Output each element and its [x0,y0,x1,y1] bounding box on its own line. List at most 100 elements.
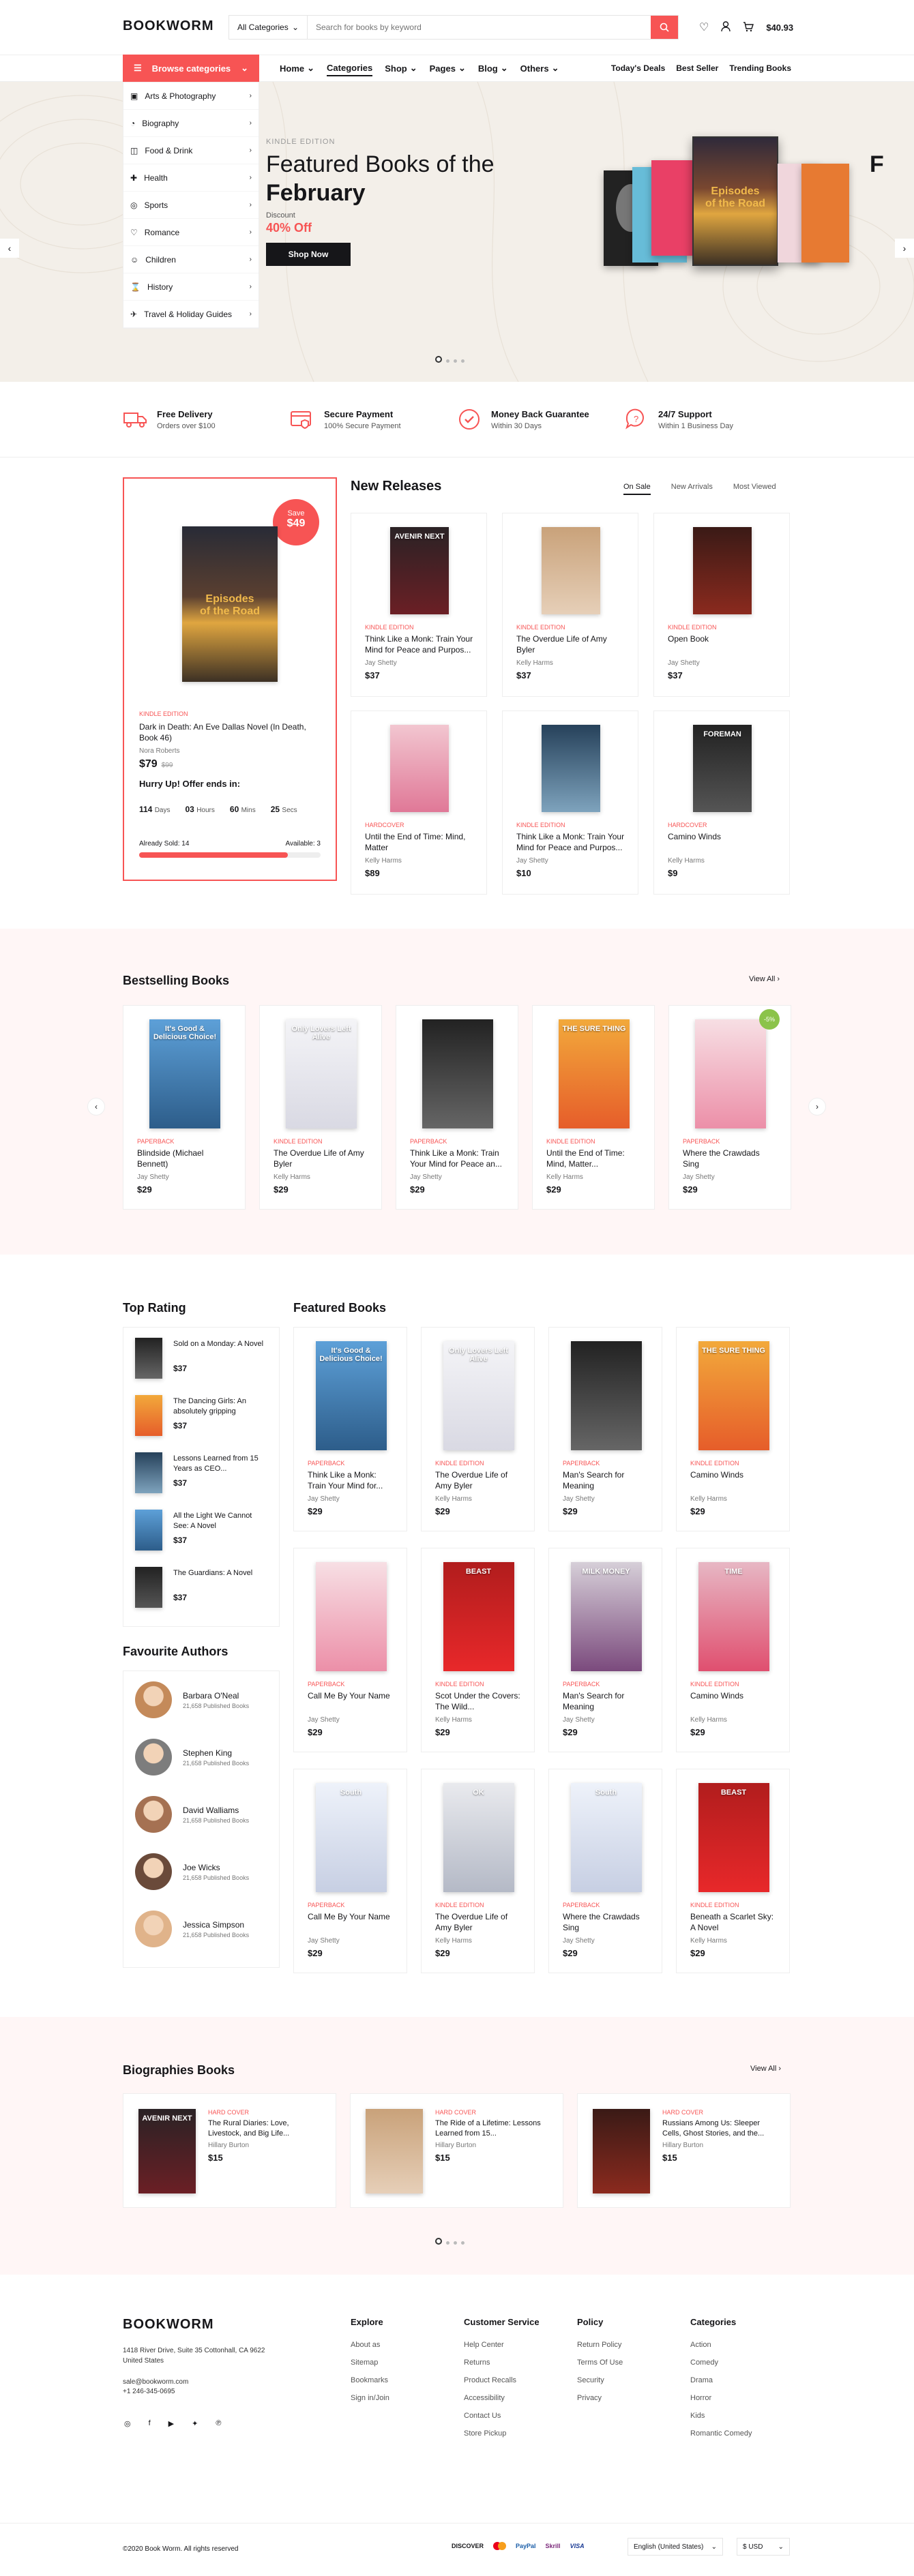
pinterest-icon[interactable]: ℗ [216,2419,221,2428]
footer-link[interactable]: Security [577,2376,623,2384]
book-card[interactable]: It's Good & Delicious Choice! PAPERBACK Th… [293,1327,407,1531]
book-author[interactable]: Kelly Harms [690,1495,727,1503]
menu-home[interactable]: Home ⌄ [280,63,314,74]
book-cover[interactable]: South [570,1783,642,1892]
category-children[interactable]: ☺ Children › [123,246,259,273]
book-author[interactable]: Jay Shetty [410,1173,442,1181]
book-title[interactable]: The Overdue Life of Amy Byler [435,1469,522,1491]
book-cover[interactable]: BEAST [698,1783,769,1892]
author-name[interactable]: Stephen King [183,1748,232,1758]
book-cover[interactable]: BEAST [443,1562,514,1671]
category-sports[interactable]: ◎ Sports › [123,192,259,219]
book-title[interactable]: The Overdue Life of Amy Byler [435,1911,522,1933]
instagram-icon[interactable]: ◎ [124,2419,131,2428]
top-rating-cover[interactable] [135,1395,162,1436]
book-cover[interactable]: THE SURE THING [559,1019,630,1128]
top-rating-title[interactable]: The Dancing Girls: An absolutely grippin… [173,1396,269,1417]
book-title[interactable]: Where the Crawdads Sing [683,1148,778,1169]
book-cover[interactable] [695,1019,766,1128]
category-biography[interactable]: ◔ Biography › [123,110,259,137]
book-card[interactable]: KINDLE EDITION The Overdue Life of Amy By… [502,513,638,697]
footer-email[interactable]: sale@bookworm.com [123,2378,188,2386]
currency-select[interactable]: $ USD ⌄ [737,2538,790,2556]
book-cover[interactable] [315,1562,387,1671]
category-select[interactable]: All Categories ⌄ [229,16,308,39]
category-travel[interactable]: ✈ Travel & Holiday Guides › [123,301,259,328]
prev-arrow[interactable]: ‹ [0,239,19,258]
book-cover[interactable]: MILK MONEY [570,1562,642,1671]
footer-link[interactable]: Product Recalls [464,2376,540,2384]
book-cover[interactable]: AVENIR NEXT [138,2109,196,2193]
tab-on-sale[interactable]: On Sale [623,483,651,495]
category-history[interactable]: ⌛ History › [123,273,259,301]
book-title[interactable]: Until the End of Time: Mind, Matter... [546,1148,642,1169]
book-card[interactable]: KINDLE EDITION Open Book Jay Shetty $37 [653,513,790,697]
book-title[interactable]: Blindside (Michael Bennett) [137,1148,233,1169]
cart-total[interactable]: $40.93 [766,23,793,33]
book-title[interactable]: Open Book [668,633,777,655]
logo[interactable]: BOOKWORM [123,18,214,34]
biographies-pagination[interactable] [433,2236,467,2247]
browse-categories-button[interactable]: ☰ Browse categories ⌄ [123,55,259,82]
menu-others[interactable]: Others ⌄ [520,63,559,74]
biography-card[interactable]: HARD COVER The Ride of a Lifetime: Lesson… [350,2093,563,2208]
author-avatar[interactable] [135,1911,172,1947]
book-card[interactable]: Only Lovers Left Alive KINDLE EDITION The … [259,1005,382,1210]
author-name[interactable]: David Walliams [183,1806,239,1815]
book-card[interactable]: PAPERBACK Where the Crawdads Sing Jay Shet… [668,1005,791,1210]
book-title[interactable]: Think Like a Monk: Train Your Mind for..… [308,1469,394,1491]
book-cover[interactable] [366,2109,423,2193]
book-title[interactable]: Think Like a Monk: Train Your Mind for P… [516,831,625,853]
heart-icon[interactable]: ♡ [699,20,709,34]
book-card[interactable]: South PAPERBACK Where the Crawdads Sing Jay… [548,1769,662,1973]
book-card[interactable]: BEAST KINDLE EDITION Beneath a Scarlet Sky… [676,1769,790,1973]
book-card[interactable]: OK KINDLE EDITION The Overdue Life of Amy … [421,1769,535,1973]
book-author[interactable]: Kelly Harms [516,659,553,667]
deal-title[interactable]: Dark in Death: An Eve Dallas Novel (In D… [139,721,316,743]
footer-link[interactable]: Horror [690,2394,752,2402]
book-title[interactable]: Call Me By Your Name [308,1911,394,1933]
book-card[interactable]: Only Lovers Left Alive KINDLE EDITION The … [421,1327,535,1531]
biographies-view-all[interactable]: View All › [750,2065,781,2073]
top-rating-cover[interactable] [135,1510,162,1551]
book-author[interactable]: Hillary Burton [208,2142,249,2149]
book-author[interactable]: Hillary Burton [662,2142,703,2149]
book-title[interactable]: Camino Winds [690,1469,777,1491]
menu-pages[interactable]: Pages ⌄ [430,63,466,74]
book-author[interactable]: Kelly Harms [546,1173,583,1181]
book-cover[interactable] [570,1341,642,1450]
book-author[interactable]: Hillary Burton [435,2142,476,2149]
book-title[interactable]: Russians Among Us: Sleeper Cells, Ghost … [662,2118,778,2139]
book-author[interactable]: Jay Shetty [365,659,397,667]
book-author[interactable]: Jay Shetty [668,659,700,667]
book-card[interactable]: THE SURE THING KINDLE EDITION Until the En… [532,1005,655,1210]
language-select[interactable]: English (United States) ⌄ [628,2538,723,2556]
link-best-seller[interactable]: Best Seller [676,63,718,73]
book-title[interactable]: The Overdue Life of Amy Byler [516,633,625,655]
top-rating-title[interactable]: Lessons Learned from 15 Years as CEO... [173,1454,269,1474]
carousel-prev-arrow[interactable]: ‹ [87,1098,105,1115]
tab-most-viewed[interactable]: Most Viewed [733,483,776,495]
book-title[interactable]: Beneath a Scarlet Sky: A Novel [690,1911,777,1933]
book-author[interactable]: Jay Shetty [683,1173,715,1181]
footer-link[interactable]: Kids [690,2412,752,2420]
footer-link[interactable]: About as [351,2341,389,2349]
author-name[interactable]: Jessica Simpson [183,1920,244,1930]
author-avatar[interactable] [135,1853,172,1890]
footer-link[interactable]: Sitemap [351,2358,389,2367]
book-cover[interactable]: It's Good & Delicious Choice! [315,1341,387,1450]
twitter-icon[interactable]: ✦ [192,2419,198,2428]
top-rating-title[interactable]: All the Light We Cannot See: A Novel [173,1511,269,1531]
book-title[interactable]: Camino Winds [668,831,777,853]
author-name[interactable]: Barbara O'Neal [183,1691,239,1701]
book-card[interactable]: AVENIR NEXT KINDLE EDITION Think Like a Mo… [351,513,487,697]
book-card[interactable]: South PAPERBACK Call Me By Your Name Jay Sh… [293,1769,407,1973]
book-title[interactable]: The Overdue Life of Amy Byler [274,1148,369,1169]
book-author[interactable]: Kelly Harms [435,1495,472,1503]
book-cover[interactable] [390,725,449,812]
book-card[interactable]: THE SURE THING KINDLE EDITION Camino Winds… [676,1327,790,1531]
book-cover[interactable] [542,527,600,614]
book-title[interactable]: The Ride of a Lifetime: Lessons Learned … [435,2118,551,2139]
book-author[interactable]: Kelly Harms [274,1173,310,1181]
menu-shop[interactable]: Shop ⌄ [385,63,417,74]
